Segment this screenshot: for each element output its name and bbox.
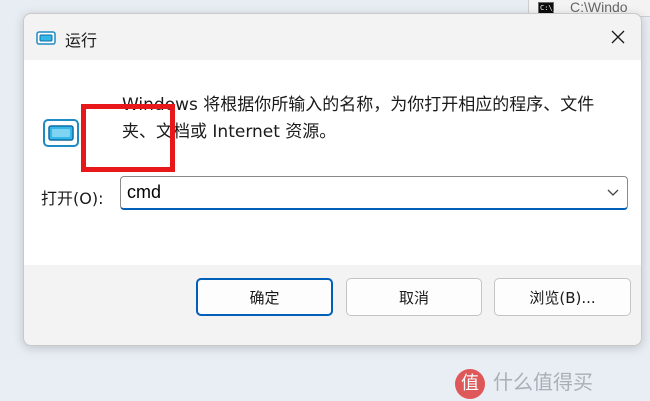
cancel-button[interactable]: 取消 — [346, 278, 482, 316]
run-app-icon — [36, 31, 56, 45]
close-icon — [611, 30, 625, 44]
dialog-title: 运行 — [65, 31, 98, 50]
title-bar[interactable]: 运行 — [24, 14, 641, 60]
close-button[interactable] — [595, 14, 641, 60]
watermark-text: 什么值得买 — [493, 370, 593, 394]
chevron-down-icon[interactable] — [607, 187, 619, 197]
watermark-logo-icon: 值 — [455, 368, 485, 399]
dialog-description: Windows 将根据你所输入的名称，为你打开相应的程序、文件夹、文档或 Int… — [122, 95, 595, 142]
watermark: 值什么值得买 — [455, 366, 593, 399]
open-input[interactable] — [123, 179, 601, 205]
red-highlight-annotation — [81, 104, 175, 172]
open-label: 打开(O): — [41, 189, 104, 208]
ok-button[interactable]: 确定 — [196, 278, 333, 316]
run-large-icon — [43, 119, 79, 147]
open-combobox[interactable] — [120, 176, 628, 210]
run-dialog: 运行 Windows 将根据你所输入的名称，为你打开相应的程序、文件夹、文档或 … — [23, 13, 642, 346]
browse-button[interactable]: 浏览(B)... — [494, 278, 631, 316]
